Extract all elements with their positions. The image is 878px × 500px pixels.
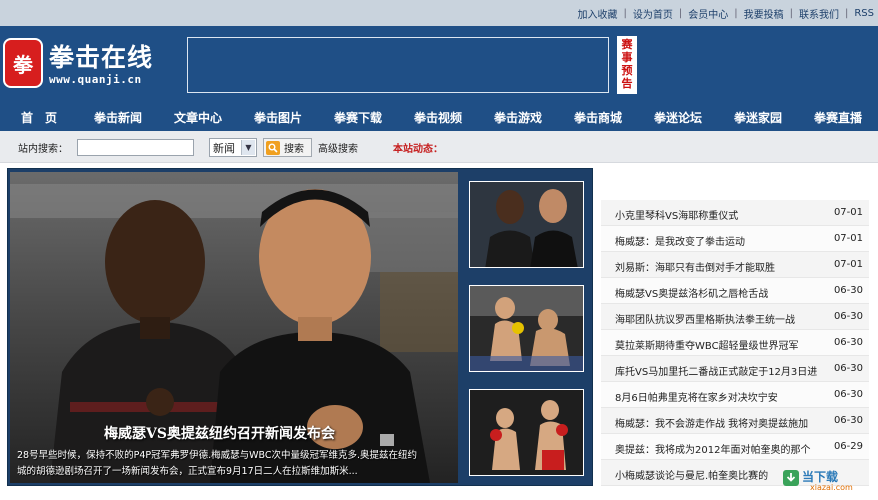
nav-item[interactable]: 拳击游戏 [478, 109, 558, 126]
news-item[interactable]: 8月6日帕弗里克将在家乡对决坎宁安 06-30 [601, 382, 869, 408]
search-category-value: 新闻 [213, 141, 235, 155]
news-item[interactable]: 小克里琴科VS海耶称重仪式 07-01 [601, 200, 869, 226]
header-banner[interactable] [187, 37, 609, 93]
news-list: 小克里琴科VS海耶称重仪式 07-01 梅威瑟：是我改变了拳击运动 07-01 刘易斯：… [601, 200, 869, 486]
news-date: 06-30 [833, 363, 863, 374]
search-bar: 站内搜索： 新闻 ▼ 搜索 高级搜索 本站动态： [0, 131, 878, 163]
news-date: 06-30 [833, 285, 863, 296]
news-title[interactable]: 8月6日帕弗里克将在家乡对决坎宁安 [615, 389, 833, 404]
main-nav: 首 页拳击新闻 文章中心 拳击图片 拳赛下载 拳击视频 拳击游戏 拳击商城 拳迷论坛 拳迷家园拳… [0, 103, 878, 131]
top-link-separator: | [678, 8, 683, 19]
news-date: 06-30 [833, 311, 863, 322]
news-item[interactable]: 梅威瑟VS奥提兹洛杉矶之唇枪舌战 06-30 [601, 278, 869, 304]
featured-summary: 28号早些时候，保持不败的P4P冠军弗罗伊德.梅威瑟与WBC次中量级冠军维克多.… [17, 450, 418, 477]
top-link[interactable]: 加入收藏 [577, 6, 617, 21]
thumb-1-art [470, 182, 583, 267]
top-link[interactable]: 会员中心 [688, 6, 728, 21]
news-item[interactable]: 梅威瑟：是我改变了拳击运动 07-01 [601, 226, 869, 252]
top-link[interactable]: 联系我们 [799, 6, 839, 21]
top-links-bar: 加入收藏 | 设为首页 | 会员中心 | 我要投稿 | 联系我们 | RSS [0, 0, 878, 26]
search-category-select[interactable]: 新闻 ▼ [209, 138, 257, 157]
news-item[interactable]: 莫拉莱斯期待重夺WBC超轻量级世界冠军 06-30 [601, 330, 869, 356]
nav-item[interactable]: 拳击图片 [238, 109, 318, 126]
nav-item[interactable]: 拳赛直播 [798, 109, 878, 126]
nav-item[interactable]: 拳击视频 [398, 109, 478, 126]
top-link-separator: | [844, 8, 849, 19]
thumb-2-art [470, 286, 583, 371]
nav-item[interactable]: 文章中心 [158, 109, 238, 126]
top-link-separator: | [789, 8, 793, 19]
news-date: 06-30 [833, 415, 863, 426]
news-title[interactable]: 梅威瑟：是我改变了拳击运动 [615, 233, 833, 248]
news-item[interactable]: 库托VS马加里托二番战正式敲定于12月3日进 06-30 [601, 356, 869, 382]
chevron-down-icon: ▼ [241, 140, 255, 155]
download-icon [783, 470, 799, 486]
news-title[interactable]: 梅威瑟：我不会游走作战 我将对奥提兹施加 [615, 415, 833, 430]
top-link[interactable]: RSS [854, 8, 874, 19]
news-title[interactable]: 奥提兹：我将成为2012年面对帕奎奥的那个 [615, 441, 833, 456]
news-item[interactable]: 奥提兹：我将成为2012年面对帕奎奥的那个 06-29 [601, 434, 869, 460]
logo-title: 拳击在线 [49, 43, 154, 72]
top-link[interactable]: 我要投稿 [744, 6, 784, 21]
site-news-label: 本站动态： [393, 144, 443, 155]
search-label: 站内搜索： [18, 144, 68, 155]
featured-photo[interactable]: 梅威瑟VS奥提兹纽约召开新闻发布会 28号早些时候，保持不败的P4P冠军弗罗伊德… [10, 172, 458, 483]
site-watermark: 当下载 xiazai.com [780, 466, 872, 494]
search-input[interactable] [77, 139, 194, 156]
news-title[interactable]: 海耶团队抗议罗西里格斯执法拳王统一战 [615, 311, 833, 326]
advanced-search-link[interactable]: 高级搜索 [318, 140, 358, 155]
news-date: 07-01 [833, 207, 863, 218]
top-link[interactable]: 设为首页 [633, 6, 673, 21]
nav-item[interactable]: 拳击新闻 [78, 109, 158, 126]
slider-thumb-2[interactable] [469, 285, 584, 372]
featured-slider: 梅威瑟VS奥提兹纽约召开新闻发布会 28号早些时候，保持不败的P4P冠军弗罗伊德… [7, 168, 593, 486]
top-link-separator: | [623, 8, 627, 19]
nav-item[interactable]: 首 页 [0, 109, 78, 126]
nav-item[interactable]: 拳击商城 [558, 109, 638, 126]
thumb-3-art [470, 390, 583, 475]
news-title[interactable]: 库托VS马加里托二番战正式敲定于12月3日进 [615, 363, 833, 378]
news-item[interactable]: 梅威瑟：我不会游走作战 我将对奥提兹施加 06-30 [601, 408, 869, 434]
search-icon [266, 140, 280, 155]
site-header: 加入收藏 | 设为首页 | 会员中心 | 我要投稿 | 联系我们 | RSS 拳 拳击在线 www.… [0, 0, 878, 131]
news-date: 06-29 [833, 441, 863, 452]
nav-item[interactable]: 拳迷论坛 [638, 109, 718, 126]
news-title[interactable]: 莫拉莱斯期待重夺WBC超轻量级世界冠军 [615, 337, 833, 352]
watermark-sub: xiazai.com [810, 483, 853, 492]
news-date: 07-01 [833, 259, 863, 270]
news-title[interactable]: 梅威瑟VS奥提兹洛杉矶之唇枪舌战 [615, 285, 833, 300]
featured-title[interactable]: 梅威瑟VS奥提兹纽约召开新闻发布会 [104, 423, 335, 443]
logo-url: www.quanji.cn [49, 73, 142, 86]
search-button-label: 搜索 [284, 144, 304, 155]
slider-thumb-3[interactable] [469, 389, 584, 476]
search-button[interactable]: 搜索 [263, 138, 312, 157]
slider-thumb-1[interactable] [469, 181, 584, 268]
news-date: 06-30 [833, 337, 863, 348]
news-date: 07-01 [833, 233, 863, 244]
top-link-separator: | [734, 8, 738, 19]
logo-mark: 拳 [3, 38, 43, 88]
news-date: 06-30 [833, 389, 863, 400]
news-title[interactable]: 刘易斯：海耶只有击倒对手才能取胜 [615, 259, 833, 274]
site-logo[interactable]: 拳 拳击在线 www.quanji.cn [0, 36, 182, 94]
nav-item[interactable]: 拳赛下载 [318, 109, 398, 126]
nav-item[interactable]: 拳迷家园 [718, 109, 798, 126]
news-item[interactable]: 刘易斯：海耶只有击倒对手才能取胜 07-01 [601, 252, 869, 278]
promo-tag[interactable]: 赛事预告 [617, 36, 637, 94]
news-item[interactable]: 海耶团队抗议罗西里格斯执法拳王统一战 06-30 [601, 304, 869, 330]
news-title[interactable]: 小克里琴科VS海耶称重仪式 [615, 207, 833, 222]
